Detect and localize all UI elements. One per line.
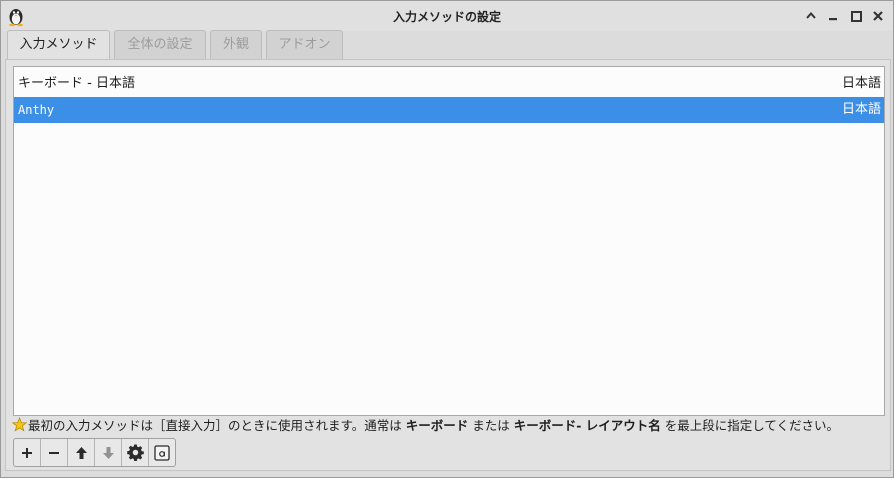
input-method-list[interactable]: キーボード - 日本語 日本語 Anthy 日本語 bbox=[13, 66, 885, 416]
arrow-up-icon bbox=[75, 446, 87, 459]
move-down-button[interactable] bbox=[95, 439, 122, 466]
maximize-button[interactable] bbox=[848, 8, 864, 24]
close-button[interactable] bbox=[870, 8, 886, 24]
hint-part-2: または bbox=[468, 418, 514, 433]
star-icon bbox=[12, 417, 27, 432]
keyboard-layout-icon bbox=[154, 444, 170, 461]
hint-part-3: を最上段に指定してください。 bbox=[660, 418, 839, 433]
tab-addons[interactable]: アドオン bbox=[266, 30, 343, 59]
hint-keyboard: キーボード bbox=[405, 418, 469, 433]
window-title: 入力メソッドの設定 bbox=[392, 10, 501, 24]
tab-panel: キーボード - 日本語 日本語 Anthy 日本語 最初の入力メソッドは［直接入… bbox=[5, 59, 891, 471]
list-item[interactable]: Anthy 日本語 bbox=[14, 97, 884, 123]
hint-part-1: 最初の入力メソッドは［直接入力］のときに使用されます。通常は bbox=[28, 418, 406, 433]
input-method-name: キーボード - 日本語 bbox=[18, 76, 135, 91]
maximize-icon bbox=[850, 10, 862, 22]
hint-text: 最初の入力メソッドは［直接入力］のときに使用されます。通常は キーボード または… bbox=[12, 416, 888, 436]
tab-global-settings[interactable]: 全体の設定 bbox=[114, 30, 206, 59]
list-item[interactable]: キーボード - 日本語 日本語 bbox=[14, 71, 884, 97]
gear-icon bbox=[126, 444, 144, 461]
arrow-down-icon bbox=[102, 446, 114, 459]
close-icon bbox=[873, 11, 883, 21]
minimize-icon bbox=[829, 18, 837, 21]
tab-appearance[interactable]: 外観 bbox=[210, 30, 262, 59]
help-button[interactable] bbox=[803, 8, 819, 24]
keyboard-layout-button[interactable] bbox=[149, 439, 175, 466]
add-button[interactable] bbox=[14, 439, 41, 466]
window: 入力メソッドの設定 入力メソッド 全体の設定 外観 アドオン キーボード - 日… bbox=[0, 0, 894, 478]
configure-button[interactable] bbox=[122, 439, 149, 466]
move-up-button[interactable] bbox=[68, 439, 95, 466]
titlebar[interactable]: 入力メソッドの設定 bbox=[1, 1, 893, 31]
hint-keyboard-layout: キーボード- レイアウト名 bbox=[513, 418, 661, 433]
caret-up-icon bbox=[806, 11, 816, 19]
input-method-name: Anthy bbox=[18, 103, 55, 117]
plus-icon bbox=[22, 447, 32, 458]
tab-input-method[interactable]: 入力メソッド bbox=[7, 30, 110, 61]
minus-icon bbox=[49, 451, 59, 454]
input-method-language: 日本語 bbox=[841, 102, 881, 117]
input-method-language: 日本語 bbox=[841, 76, 881, 91]
minimize-button[interactable] bbox=[825, 8, 841, 24]
remove-button[interactable] bbox=[41, 439, 68, 466]
list-toolbar bbox=[13, 438, 176, 467]
